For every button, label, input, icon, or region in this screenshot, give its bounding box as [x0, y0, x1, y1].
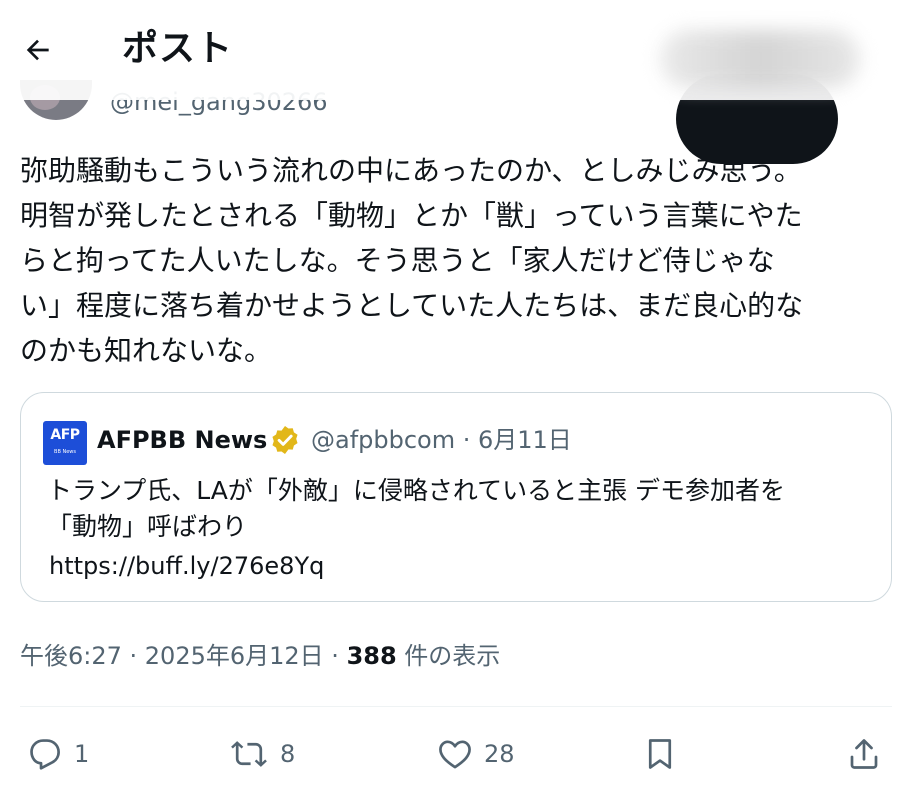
- action-bar: 1 8 28: [0, 720, 918, 790]
- blurred-region: [660, 30, 860, 88]
- quoted-author-name[interactable]: AFPBB News: [97, 423, 267, 457]
- page-title: ポスト: [122, 28, 234, 69]
- repost-count: 8: [280, 740, 296, 768]
- timestamp-date[interactable]: 午後6:27 · 2025年6月12日 ·: [20, 642, 347, 670]
- afp-logo: AFP BB News: [43, 421, 87, 465]
- divider: [20, 706, 892, 707]
- quoted-link[interactable]: https://buff.ly/276e8Yq: [49, 549, 324, 583]
- quoted-text: トランプ氏、LAが「外敵」に侵略されていると主張 デモ参加者を 「動物」呼ばわり: [47, 476, 786, 541]
- reply-icon: [30, 739, 60, 770]
- reply-button[interactable]: 1: [26, 732, 89, 776]
- repost-icon: [231, 741, 267, 767]
- like-count: 28: [484, 740, 515, 768]
- views-count: 388: [346, 642, 397, 670]
- share-button[interactable]: [846, 732, 882, 776]
- post-text: 弥助騒動もこういう流れの中にあったのか、としみじみ思う。 明智が発したとされる「…: [20, 154, 804, 367]
- quoted-post[interactable]: AFP BB News AFPBB News @afpbbcom · 6月11日…: [20, 392, 892, 602]
- quoted-handle-date: @afpbbcom · 6月11日: [311, 426, 572, 454]
- bookmark-button[interactable]: [642, 732, 678, 776]
- like-button[interactable]: 28: [436, 732, 515, 776]
- verified-badge-icon: [272, 426, 298, 454]
- views-label: 件の表示: [396, 642, 501, 670]
- repost-button[interactable]: 8: [228, 732, 295, 776]
- share-icon: [850, 739, 878, 769]
- back-button[interactable]: [18, 30, 58, 70]
- afp-logo-subtext: BB News: [54, 448, 76, 455]
- heart-icon: [439, 740, 471, 769]
- arrow-left-icon: [26, 39, 49, 61]
- top-bar: ポスト: [0, 0, 918, 100]
- afp-logo-text: AFP: [50, 426, 80, 443]
- bookmark-icon: [648, 739, 672, 769]
- reply-count: 1: [74, 740, 90, 768]
- post-timestamp: 午後6:27 · 2025年6月12日 · 388 件の表示: [20, 638, 500, 674]
